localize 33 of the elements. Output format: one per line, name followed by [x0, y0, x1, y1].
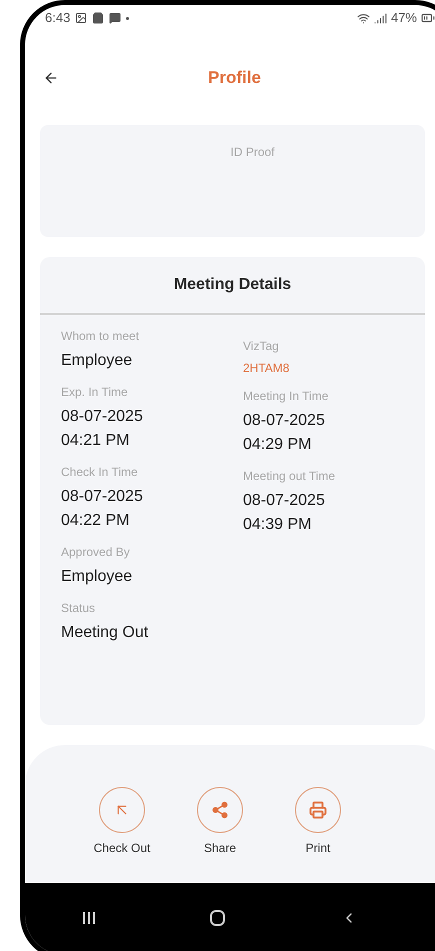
id-proof-label: ID Proof	[230, 144, 274, 161]
card-title: Meeting Details	[174, 275, 292, 295]
page-title: Profile	[207, 67, 262, 90]
home-icon[interactable]	[210, 910, 226, 926]
action-button[interactable]: Check Out	[87, 787, 157, 883]
field-label: Status	[61, 600, 96, 617]
field-value: Employee	[61, 351, 134, 371]
field-value: 08-07-2025 04:29 PM	[243, 411, 326, 455]
action-button[interactable]: Share	[185, 787, 255, 883]
battery-percent: 47%	[390, 9, 417, 28]
message-icon	[109, 12, 122, 24]
field-value: Employee	[61, 567, 134, 587]
field-label: Check In Time	[61, 464, 139, 481]
field-value: Meeting Out	[61, 623, 150, 643]
image-icon	[75, 12, 88, 24]
field-value: 08-07-2025 04:39 PM	[243, 491, 326, 535]
field-value: 08-07-2025 04:22 PM	[61, 487, 144, 531]
field-label: Approved By	[61, 544, 131, 561]
field-label: VizTag	[243, 338, 280, 355]
field-value: 2HTAM8	[243, 360, 290, 377]
status-time: 6:43	[45, 9, 70, 28]
wifi-icon	[356, 12, 370, 24]
recent-apps-icon[interactable]	[82, 912, 95, 924]
action-button[interactable]: Print	[283, 787, 353, 883]
field-value: 08-07-2025 04:21 PM	[61, 407, 144, 451]
field-label: Meeting In Time	[243, 388, 330, 405]
printer-icon	[309, 801, 327, 819]
field-label: Exp. In Time	[61, 384, 129, 401]
share-icon	[211, 801, 229, 819]
signal-icon	[374, 12, 387, 24]
battery-icon	[421, 11, 435, 25]
field-label: Meeting out Time	[243, 468, 336, 485]
field-label: Whom to meet	[61, 328, 140, 345]
